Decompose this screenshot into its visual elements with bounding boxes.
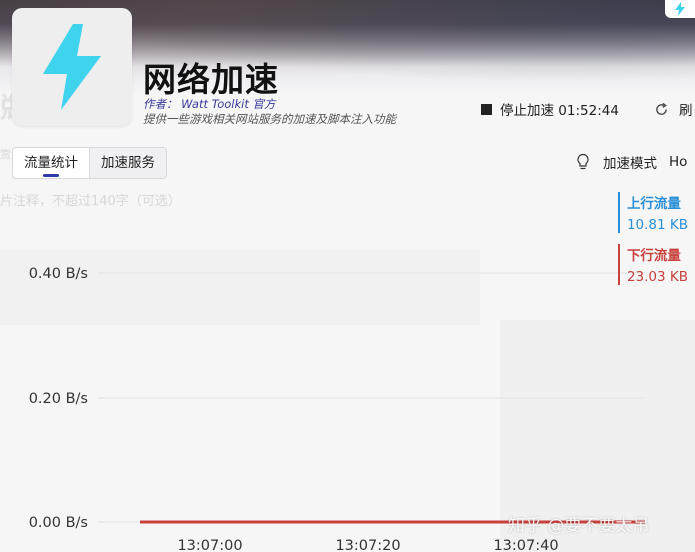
- lightning-icon: [675, 2, 685, 16]
- stop-icon: [481, 103, 492, 115]
- page-title: 网络加速: [143, 60, 279, 99]
- x-tick-label: 13:07:40: [493, 538, 558, 552]
- chart-y-ticks: 0.40 B/s 0.20 B/s 0.00 B/s: [29, 266, 88, 531]
- mode-label: 加速模式: [603, 156, 657, 172]
- x-tick-label: 13:07:00: [177, 538, 242, 552]
- y-tick-label: 0.00 B/s: [29, 515, 88, 531]
- refresh-icon: [656, 102, 667, 115]
- chart-x-ticks: 13:07:00 13:07:20 13:07:40: [177, 538, 558, 552]
- acceleration-mode[interactable]: 加速模式 Ho: [575, 151, 687, 173]
- legend-download-name: 下行流量: [626, 248, 681, 264]
- author-text: 作者： Watt Toolkit 官方: [143, 97, 276, 111]
- traffic-chart: 0.40 B/s 0.20 B/s 0.00 B/s 13:07:00 13:07:2…: [29, 266, 645, 552]
- legend-download: 下行流量 23.03 KB: [617, 244, 688, 285]
- lightning-bolt-icon: [43, 24, 101, 110]
- y-tick-label: 0.20 B/s: [29, 391, 88, 407]
- tab-bar: 流量统计 加速服务: [12, 147, 167, 179]
- legend-upload-name: 上行流量: [626, 196, 681, 212]
- chart-grid: [98, 272, 645, 523]
- corner-lightning-button[interactable]: [665, 0, 695, 18]
- stop-acceleration-button[interactable]: 停止加速 01:52:44: [481, 99, 619, 119]
- tab-acceleration-services[interactable]: 加速服务: [90, 148, 166, 178]
- refresh-label: 刷: [679, 103, 693, 119]
- lightbulb-icon: [577, 153, 589, 170]
- watermark: 知乎 @要不要太吊: [508, 516, 650, 536]
- legend-upload-value: 10.81 KB: [626, 217, 688, 233]
- app-icon: [12, 8, 132, 126]
- ghost-char-small: 赏: [0, 148, 11, 161]
- mode-value: Ho: [669, 154, 688, 170]
- refresh-button[interactable]: 刷: [654, 99, 693, 119]
- description-text: 提供一些游戏相关网站服务的加速及脚本注入功能: [143, 112, 396, 126]
- tab-traffic-stats[interactable]: 流量统计: [13, 148, 90, 178]
- x-tick-label: 13:07:20: [335, 538, 400, 552]
- legend-upload: 上行流量 10.81 KB: [617, 192, 688, 233]
- legend-download-value: 23.03 KB: [626, 269, 688, 285]
- stop-label: 停止加速 01:52:44: [500, 103, 619, 119]
- y-tick-label: 0.40 B/s: [29, 266, 88, 282]
